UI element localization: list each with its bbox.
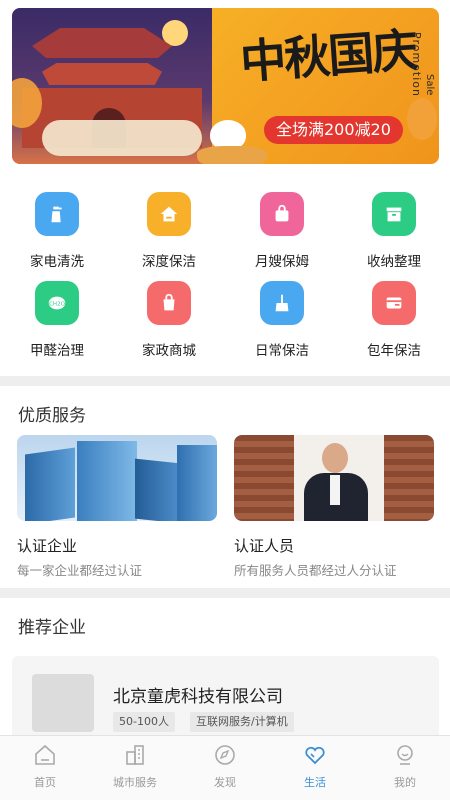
tab-city-services[interactable]: 城市服务 — [90, 742, 180, 790]
svg-text:CH2O: CH2O — [49, 301, 65, 307]
quality-card-name: 认证人员 — [234, 537, 295, 555]
bottom-tab-bar: 首页 城市服务 发现 生活 我的 — [0, 735, 450, 800]
ch2o-molecule-icon: CH2O — [35, 281, 79, 325]
service-label: 深度保洁 — [142, 254, 196, 270]
promo-banner[interactable]: 中秋国庆 Promotion Sale 全场满200减20 — [12, 8, 439, 164]
service-item-annual-cleaning[interactable]: 包年保洁 — [338, 281, 450, 359]
service-item-organizing[interactable]: 收纳整理 — [338, 192, 450, 270]
mooncake-illustration — [197, 146, 267, 164]
tab-label: 发现 — [214, 776, 236, 789]
company-logo-placeholder — [32, 674, 94, 732]
heart-icon — [305, 746, 325, 765]
service-label: 月嫂保姆 — [255, 254, 309, 270]
compass-icon — [215, 745, 235, 765]
user-icon — [397, 745, 413, 765]
section-divider — [0, 376, 450, 386]
house-icon — [147, 192, 191, 236]
quality-card-desc: 所有服务人员都经过人分认证 — [234, 563, 397, 578]
service-item-mall[interactable]: 家政商城 — [113, 281, 225, 359]
tab-discover[interactable]: 发现 — [180, 742, 270, 790]
tab-label: 城市服务 — [113, 776, 157, 789]
tab-label: 我的 — [394, 776, 416, 789]
quality-card-desc: 每一家企业都经过认证 — [17, 563, 143, 578]
lantern-decoration — [407, 98, 437, 140]
palace-roof-lower — [42, 63, 162, 85]
storage-box-icon — [372, 192, 416, 236]
tab-label: 生活 — [304, 776, 326, 789]
company-industry-tag: 互联网服务/计算机 — [190, 712, 294, 732]
service-item-formaldehyde[interactable]: CH2O 甲醛治理 — [1, 281, 113, 359]
recommend-section-title: 推荐企业 — [18, 618, 86, 638]
quality-card-certified-staff[interactable]: 认证人员 所有服务人员都经过人分认证 — [234, 435, 434, 579]
service-label: 家电清洗 — [30, 254, 84, 270]
banner-title: 中秋国庆 — [238, 22, 418, 90]
office-buildings-image — [17, 435, 217, 521]
quality-card-certified-company[interactable]: 认证企业 每一家企业都经过认证 — [17, 435, 217, 579]
home-icon — [35, 744, 55, 765]
banner-offer-badge: 全场满200减20 — [264, 116, 403, 144]
staff-portrait-image — [234, 435, 434, 521]
card-icon — [372, 281, 416, 325]
quality-card-name: 认证企业 — [17, 537, 78, 555]
service-label: 日常保洁 — [255, 343, 309, 359]
service-item-daily-cleaning[interactable]: 日常保洁 — [226, 281, 338, 359]
service-item-nanny[interactable]: 月嫂保姆 — [226, 192, 338, 270]
service-label: 家政商城 — [142, 343, 196, 359]
banner-promotion-text: Promotion — [410, 32, 423, 97]
cloud-decoration — [42, 120, 202, 156]
service-label: 收纳整理 — [367, 254, 421, 270]
quality-section-title: 优质服务 — [18, 406, 86, 426]
service-label: 甲醛治理 — [30, 343, 84, 359]
service-item-appliance-cleaning[interactable]: 家电清洗 — [1, 192, 113, 270]
tab-label: 首页 — [34, 776, 56, 789]
bag-icon — [260, 192, 304, 236]
banner-sale-text: Sale — [424, 74, 435, 96]
shopping-bag-icon — [147, 281, 191, 325]
section-divider — [0, 588, 450, 598]
spray-bottle-icon — [35, 192, 79, 236]
tab-life[interactable]: 生活 — [270, 742, 360, 790]
service-label: 包年保洁 — [367, 343, 421, 359]
company-name: 北京童虎科技有限公司 — [113, 687, 283, 707]
company-size-tag: 50-100人 — [113, 712, 175, 732]
tab-home[interactable]: 首页 — [0, 742, 90, 790]
broom-icon — [260, 281, 304, 325]
service-item-deep-cleaning[interactable]: 深度保洁 — [113, 192, 225, 270]
city-building-icon — [126, 745, 144, 765]
palace-roof — [32, 28, 172, 58]
tab-profile[interactable]: 我的 — [360, 742, 450, 790]
